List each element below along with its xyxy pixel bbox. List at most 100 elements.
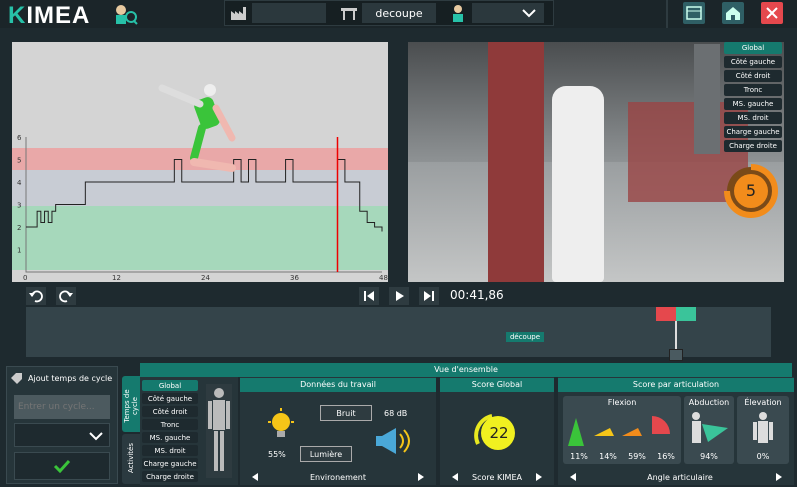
- timeline-marker-left: [656, 307, 676, 321]
- video-player[interactable]: Global Côté gauche Côté droit Tronc MS. gauc…: [408, 42, 784, 282]
- y-tick-label: 2: [17, 224, 21, 232]
- environment-label: Environement: [309, 473, 366, 482]
- body-silhouette: [206, 384, 232, 478]
- score-next-icon[interactable]: [534, 472, 544, 482]
- body-part-button[interactable]: Côté gauche: [724, 56, 782, 68]
- y-tick-label: 6: [17, 134, 22, 142]
- body-silhouette-panel: [694, 44, 720, 154]
- noise-button[interactable]: Bruit: [320, 405, 372, 421]
- overview-header: Vue d'ensemble: [140, 363, 792, 377]
- close-button[interactable]: [761, 2, 783, 24]
- abduction-value: 94%: [700, 452, 718, 461]
- body-part-button[interactable]: Charge droite: [142, 471, 198, 482]
- tag-icon: [11, 373, 22, 384]
- timeline-segment[interactable]: découpe: [506, 332, 544, 342]
- score-title: Score Global: [440, 378, 554, 392]
- y-tick-label: 1: [17, 247, 21, 255]
- body-part-button[interactable]: Côté gauche: [142, 393, 198, 404]
- body-part-button[interactable]: Charge gauche: [142, 458, 198, 469]
- avatar-3d-model: [158, 84, 236, 172]
- x-tick-label: 36: [290, 274, 299, 282]
- playback-time: 00:41,86: [450, 288, 504, 302]
- light-button[interactable]: Lumière: [300, 446, 352, 462]
- operation-select[interactable]: decoupe: [362, 3, 436, 23]
- home-button[interactable]: [722, 2, 744, 24]
- body-part-button[interactable]: MS. droit: [142, 445, 198, 456]
- elevation-label: Élevation: [744, 398, 782, 407]
- abduction-label: Abduction: [688, 398, 730, 407]
- elevation-icon: [753, 412, 773, 443]
- timeline-marker-right: [676, 307, 696, 321]
- undo-icon: [29, 290, 43, 303]
- play-icon: [396, 291, 404, 301]
- operator-figure: [552, 86, 604, 282]
- score-kimea-label: Score KIMEA: [472, 473, 522, 482]
- skip-back-icon: [364, 291, 374, 301]
- operator-icon: [453, 5, 463, 22]
- close-icon: [766, 7, 778, 19]
- save-button[interactable]: [683, 2, 705, 24]
- confirm-cycle-button[interactable]: [14, 452, 110, 480]
- carcass-shape: [488, 42, 544, 282]
- x-tick-label: 24: [201, 274, 210, 282]
- redo-icon: [59, 290, 73, 303]
- undo-button[interactable]: [26, 287, 46, 305]
- previous-frame-button[interactable]: [359, 287, 379, 305]
- save-icon: [686, 6, 702, 20]
- y-tick-label: 4: [17, 179, 22, 187]
- next-frame-button[interactable]: [419, 287, 439, 305]
- body-part-button[interactable]: Charge droite: [724, 140, 782, 152]
- body-part-button[interactable]: Tronc: [724, 84, 782, 96]
- kimea-logo: KIMEA: [8, 2, 91, 29]
- body-part-button[interactable]: Charge gauche: [724, 126, 782, 138]
- skip-forward-icon: [424, 291, 434, 301]
- work-next-icon[interactable]: [416, 472, 426, 482]
- flexion-value: 16%: [657, 452, 675, 461]
- flexion-value: 59%: [628, 452, 646, 461]
- tab-cycle-time[interactable]: Temps de cycle: [122, 376, 140, 432]
- body-part-button[interactable]: Côté droit: [142, 406, 198, 417]
- check-icon: [53, 459, 71, 473]
- chevron-down-icon: [89, 432, 103, 441]
- body-part-button[interactable]: Global: [142, 380, 198, 391]
- cycle-input[interactable]: [14, 395, 110, 419]
- workstation-icon: [341, 8, 357, 20]
- add-cycle-time-button[interactable]: Ajout temps de cycle: [10, 370, 116, 386]
- work-data-title: Données du travail: [240, 378, 436, 392]
- timeline-cursor-handle[interactable]: [669, 349, 683, 361]
- body-part-button[interactable]: MS. droit: [724, 112, 782, 124]
- light-percentage: 55%: [268, 450, 286, 459]
- body-part-button[interactable]: Global: [724, 42, 782, 54]
- operator-search-icon: [116, 5, 138, 25]
- posture-3d-viewer[interactable]: 1 2 3 4 5 6 0 12 24 36 48: [12, 42, 388, 282]
- timeline-cursor[interactable]: [675, 321, 677, 351]
- body-part-button[interactable]: Tronc: [142, 419, 198, 430]
- redo-button[interactable]: [56, 287, 76, 305]
- abduction-icon: [692, 412, 728, 443]
- flexion-icons: [568, 416, 670, 446]
- joint-angle-label: Angle articulaire: [647, 473, 713, 482]
- body-part-button[interactable]: MS. gauche: [142, 432, 198, 443]
- work-prev-icon[interactable]: [250, 472, 260, 482]
- top-divider: [666, 0, 668, 28]
- play-button[interactable]: [389, 287, 409, 305]
- x-tick-label: 0: [23, 274, 27, 282]
- x-tick-label: 12: [112, 274, 121, 282]
- body-part-button[interactable]: MS. gauche: [724, 98, 782, 110]
- light-bulb-icon: [268, 408, 294, 437]
- joint-score-title: Score par articulation: [558, 378, 794, 392]
- flexion-values: 11% 14% 59% 16%: [563, 452, 681, 462]
- score-prev-icon[interactable]: [450, 472, 460, 482]
- noise-value: 68 dB: [384, 409, 408, 418]
- cycle-dropdown[interactable]: [14, 423, 110, 447]
- tab-activities[interactable]: Activités: [122, 434, 140, 484]
- joints-prev-icon[interactable]: [568, 472, 578, 482]
- flexion-label: Flexion: [607, 398, 637, 407]
- factory-icon: [231, 7, 246, 20]
- joints-next-icon[interactable]: [774, 472, 784, 482]
- factory-select[interactable]: [252, 3, 326, 23]
- flexion-value: 14%: [599, 452, 617, 461]
- body-part-button[interactable]: Côté droit: [724, 70, 782, 82]
- body-silhouette-icon: [208, 388, 230, 471]
- elevation-value: 0%: [756, 452, 770, 461]
